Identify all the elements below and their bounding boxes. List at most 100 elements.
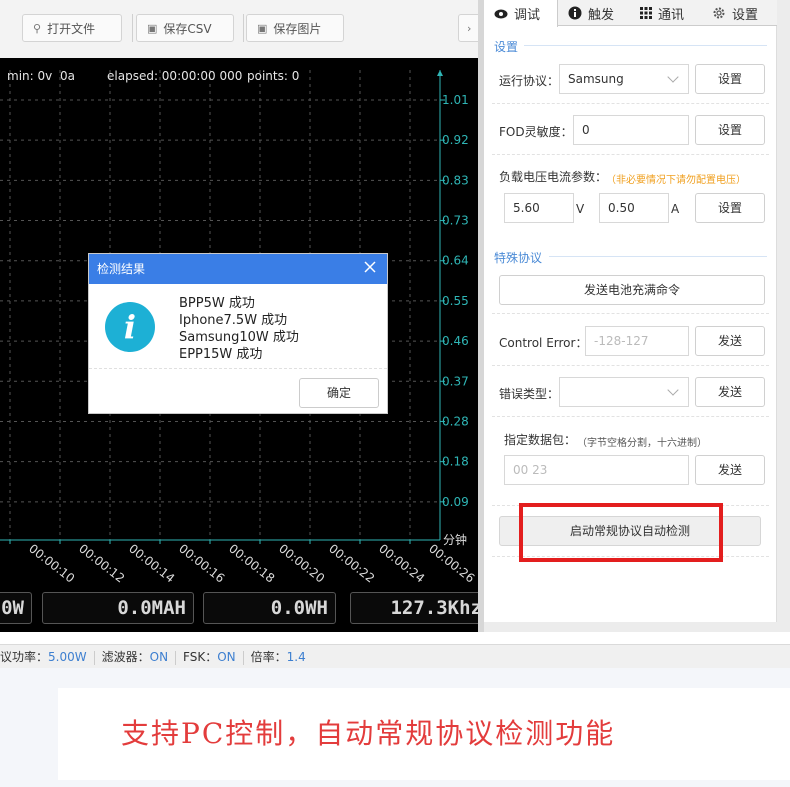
- row-divider: [492, 313, 769, 314]
- section-divider: [549, 256, 767, 257]
- packet-input[interactable]: 00 23: [504, 455, 689, 485]
- search-icon: ⚲: [33, 21, 42, 35]
- info-icon: [568, 6, 582, 20]
- protocol-power-value: 5.00W: [48, 650, 87, 664]
- row-divider: [492, 416, 769, 417]
- tab-debug-label: 调试: [514, 8, 541, 23]
- packet-send-button[interactable]: 发送: [695, 455, 765, 485]
- protocol-power-label: 协议功率：: [0, 650, 49, 664]
- dialog-divider: [89, 368, 387, 369]
- power-meter: 0W: [0, 592, 32, 624]
- y-tick-label: 0.46: [442, 334, 469, 348]
- x-tick-label: 00:00:20: [276, 541, 327, 584]
- y-tick-label: 0.64: [442, 254, 469, 268]
- x-tick-label: 00:00:10: [26, 541, 77, 584]
- y-tick-label: 0.09: [442, 495, 469, 509]
- load-params-hint: （非必要情况下请勿配置电压）: [606, 175, 746, 186]
- dialog-ok-button[interactable]: 确定: [299, 378, 379, 408]
- save-icon: ▣: [147, 21, 158, 35]
- current-input[interactable]: 0.50: [599, 193, 669, 223]
- y-tick-label: 0.28: [442, 414, 469, 428]
- fsk-label: FSK：: [183, 650, 218, 664]
- grid-icon: [640, 7, 652, 19]
- tab-trigger-label: 触发: [588, 7, 615, 23]
- toolbar-divider: [243, 14, 244, 42]
- open-file-label: 打开文件: [47, 21, 96, 36]
- tab-settings-label: 设置: [732, 7, 759, 23]
- y-tick-label: 0.83: [442, 173, 469, 187]
- control-error-label: Control Error：: [499, 336, 588, 350]
- error-type-send-button[interactable]: 发送: [695, 377, 765, 407]
- fsk-value: ON: [217, 650, 236, 664]
- y-tick-label: 0.37: [442, 374, 469, 388]
- dialog-header: 检测结果: [89, 254, 387, 284]
- x-axis-unit-label: 分钟: [443, 532, 467, 547]
- promo-caption: 支持PC控制，自动常规协议检测功能: [121, 717, 616, 750]
- filter-label: 滤波器：: [101, 650, 150, 664]
- save-csv-button[interactable]: ▣ 保存CSV: [136, 14, 234, 42]
- control-error-input[interactable]: -128-127: [585, 326, 689, 356]
- gear-icon: [713, 7, 725, 19]
- tab-settings[interactable]: 设置: [702, 0, 777, 26]
- x-tick-label: 00:00:16: [176, 541, 227, 584]
- control-error-send-button[interactable]: 发送: [695, 326, 765, 356]
- protocol-label: 运行协议：: [499, 74, 560, 88]
- battery-full-button[interactable]: 发送电池充满命令: [499, 275, 765, 305]
- fod-set-button[interactable]: 设置: [695, 115, 765, 145]
- tab-comm[interactable]: 通讯: [630, 0, 702, 26]
- save-csv-label: 保存CSV: [163, 21, 212, 36]
- frequency-meter: 127.3Khz: [350, 592, 490, 624]
- info-icon: i: [105, 302, 155, 352]
- x-tick-label: 00:00:12: [76, 541, 127, 584]
- close-icon[interactable]: [363, 260, 377, 274]
- current-readout: 0a: [60, 69, 75, 83]
- tab-comm-label: 通讯: [658, 7, 685, 23]
- x-tick-label: 00:00:22: [326, 541, 377, 584]
- app-window: ⚲ 打开文件 ▣ 保存CSV ▣ 保存图片 › 1.01 0.92 0.83 0.73…: [0, 0, 790, 787]
- save-icon: ▣: [257, 21, 268, 35]
- current-unit: A: [671, 202, 680, 216]
- x-tick-label: 00:00:18: [226, 541, 277, 584]
- row-divider: [492, 103, 769, 104]
- open-file-button[interactable]: ⚲ 打开文件: [22, 14, 122, 42]
- dialog-title: 检测结果: [97, 262, 146, 276]
- error-type-label: 错误类型：: [499, 387, 560, 401]
- save-image-label: 保存图片: [273, 21, 322, 36]
- fod-input[interactable]: 0: [573, 115, 689, 145]
- status-divider: [93, 650, 95, 665]
- y-tick-label: 0.92: [442, 133, 469, 147]
- x-tick-label: 00:00:14: [126, 541, 177, 584]
- ratio-label: 倍率：: [250, 650, 287, 664]
- tab-trigger[interactable]: 触发: [558, 0, 630, 26]
- y-tick-label: 1.01: [442, 93, 469, 107]
- voltage-input[interactable]: 5.60: [504, 193, 574, 223]
- save-image-button[interactable]: ▣ 保存图片: [246, 14, 344, 42]
- min-readout: min: 0v: [7, 69, 53, 83]
- status-divider: [175, 650, 177, 665]
- y-axis-arrow: [437, 70, 443, 76]
- packet-hint: （字节空格分割，十六进制）: [577, 438, 707, 449]
- packet-label: 指定数据包：: [504, 433, 577, 447]
- y-tick-label: 0.18: [442, 455, 469, 469]
- dialog-result-line: EPP15W 成功: [179, 347, 263, 362]
- voltage-unit: V: [576, 202, 585, 216]
- load-params-label: 负载电压电流参数：: [499, 170, 608, 184]
- toolbar: ⚲ 打开文件 ▣ 保存CSV ▣ 保存图片 ›: [0, 0, 488, 58]
- settings-section-title: 设置: [494, 40, 519, 54]
- eye-icon: [494, 9, 508, 18]
- toolbar-divider: [132, 14, 133, 42]
- load-set-button[interactable]: 设置: [695, 193, 765, 223]
- y-tick-label: 0.73: [442, 214, 469, 228]
- protocol-select-value: Samsung: [568, 72, 624, 86]
- tab-debug[interactable]: 调试: [484, 0, 558, 27]
- elapsed-readout: elapsed: 00:00:00 000: [107, 69, 243, 83]
- status-bar: 协议功率：5.00W滤波器：ONFSK：ON倍率：1.4: [0, 644, 790, 668]
- x-tick-label: 00:00:24: [376, 541, 427, 584]
- meter-strip: 0W 0.0MAH 0.0WH 127.3Khz: [0, 584, 490, 632]
- y-tick-label: 0.55: [442, 294, 469, 308]
- protocol-set-button[interactable]: 设置: [695, 64, 765, 94]
- section-divider: [524, 45, 767, 46]
- chevron-right-icon: ›: [467, 21, 472, 35]
- result-dialog: 检测结果 i BPP5W 成功 Iphone7.5W 成功 Samsung10W…: [88, 253, 388, 414]
- ratio-value: 1.4: [286, 650, 306, 664]
